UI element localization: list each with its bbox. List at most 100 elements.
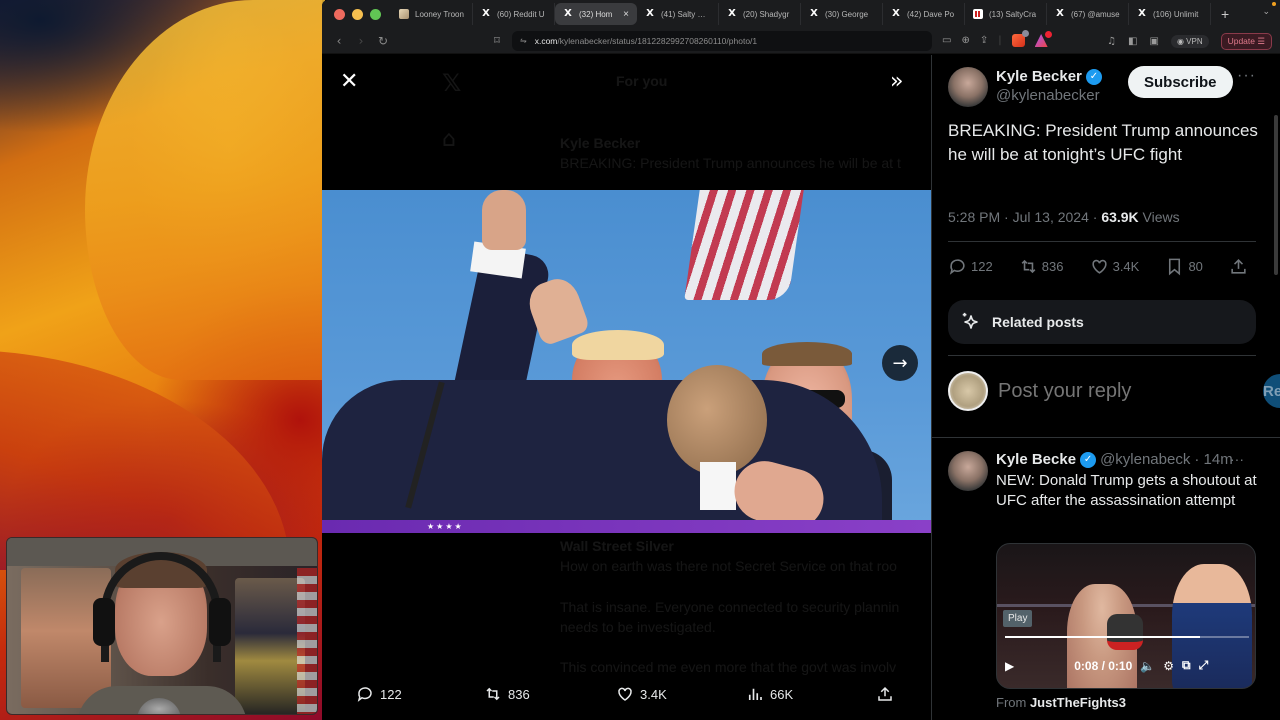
video-progress-bar[interactable] — [1005, 636, 1249, 638]
picture-in-picture-icon[interactable]: ⧉ — [1182, 658, 1191, 673]
viewer-like-button[interactable]: 3.4K — [616, 685, 667, 703]
viewer-repost-button[interactable]: 836 — [484, 685, 530, 703]
views-icon — [748, 688, 762, 700]
ghost-tab-for-you: For you — [616, 73, 668, 89]
repost-count: 836 — [1041, 259, 1064, 274]
forward-button[interactable]: › — [350, 34, 372, 48]
address-bar[interactable]: ⇋ x.com /kylenabecker/status/18122829927… — [512, 30, 932, 51]
reply-composer: Reply — [948, 370, 1280, 412]
reply-author-name-text: Kyle Becke — [996, 451, 1077, 468]
volume-icon[interactable]: 🔈 — [1140, 659, 1155, 673]
related-posts-label: Related posts — [992, 314, 1084, 330]
reply-icon — [357, 687, 372, 702]
new-tab-button[interactable]: + — [1211, 6, 1239, 22]
media-icon[interactable]: ♫ — [1107, 36, 1116, 47]
browser-tab[interactable]: X (42) Dave Po — [883, 3, 965, 25]
tweet-meta: 5:28 PM · Jul 13, 2024 · 63.9K Views — [948, 209, 1180, 225]
bookmark-icon[interactable]: ⌑ — [488, 34, 506, 47]
x-logo-icon: X — [1138, 8, 1146, 19]
cast-icon[interactable]: ▭ — [942, 35, 951, 46]
reload-button[interactable]: ↻ — [372, 34, 394, 48]
video-player[interactable]: Play ▶ 0:08 / 0:10 🔈 ⚙ ⧉ ⤢ — [996, 543, 1256, 689]
current-user-avatar[interactable] — [948, 371, 988, 411]
author-name-text: Kyle Becker — [996, 68, 1082, 85]
vpn-button[interactable]: ◉ VPN — [1170, 35, 1209, 48]
browser-tab[interactable]: X (60) Reddit U — [473, 3, 555, 25]
viewer-reply-button[interactable]: 122 — [356, 685, 402, 703]
back-button[interactable]: ‹ — [328, 34, 350, 48]
reply-author-handle[interactable]: @kylenabeck — [1100, 451, 1190, 468]
tab-title: (41) Salty Cra — [661, 9, 710, 19]
browser-tab[interactable]: X (67) @amuse — [1047, 3, 1129, 25]
reply-input[interactable] — [998, 379, 1263, 403]
site-settings-icon[interactable]: ⇋ — [520, 36, 527, 45]
browser-tab[interactable]: (13) SaltyCra — [965, 3, 1047, 25]
reply-submit-button[interactable]: Reply — [1263, 374, 1280, 408]
browser-tab[interactable]: X (41) Salty Cra — [637, 3, 719, 25]
reply-author-avatar[interactable] — [948, 451, 988, 491]
tweet-photo[interactable]: ★★★★ — [322, 190, 931, 533]
browser-tab[interactable]: X (106) Unlimit — [1129, 3, 1211, 25]
update-button[interactable]: Update ☰ — [1220, 33, 1272, 50]
close-window-button[interactable] — [334, 8, 345, 20]
viewer-share-button[interactable] — [876, 685, 894, 703]
verified-badge-icon: ✓ — [1080, 451, 1097, 468]
image-icon — [399, 9, 409, 19]
heart-icon — [1091, 259, 1107, 274]
close-tab-icon[interactable]: × — [623, 9, 629, 20]
zoom-window-button[interactable] — [370, 8, 381, 20]
sidebar-icon[interactable]: ◧ — [1128, 36, 1137, 47]
play-icon[interactable]: ▶ — [1005, 659, 1014, 673]
next-photo-button[interactable]: → — [882, 345, 918, 381]
more-options-icon[interactable]: ··· — [1237, 67, 1256, 85]
brave-shields-icon[interactable] — [1011, 30, 1029, 47]
like-button[interactable]: 3.4K — [1090, 257, 1139, 276]
browser-tab[interactable]: X (32) Hom × — [555, 3, 637, 25]
browser-tab[interactable]: Looney Troon — [391, 3, 473, 25]
reply-more-options-icon[interactable]: ··· — [1230, 451, 1244, 467]
reply-author-name[interactable]: Kyle Becke ✓ — [996, 451, 1097, 468]
tweet-detail-panel: Kyle Becker ✓ @kylenabecker Subscribe ··… — [931, 55, 1280, 720]
wallet-icon[interactable]: ▣ — [1149, 36, 1158, 47]
scrollbar[interactable] — [1274, 115, 1278, 275]
window-controls — [322, 8, 391, 20]
share-button[interactable] — [1229, 257, 1248, 276]
settings-icon[interactable]: ⚙ — [1163, 659, 1174, 673]
subscribe-button[interactable]: Subscribe — [1128, 66, 1233, 98]
photo-agent-hair — [762, 342, 852, 366]
tweet-timestamp[interactable]: 5:28 PM · Jul 13, 2024 · — [948, 209, 1101, 225]
tab-bar: Looney Troon X (60) Reddit U X (32) Hom × X (41… — [322, 0, 1280, 28]
reply-button[interactable]: 122 — [948, 257, 993, 276]
expand-panel-button[interactable]: » — [890, 71, 903, 93]
x-logo-icon: X — [1056, 8, 1064, 19]
grid-icon — [973, 9, 983, 19]
ghost-post-text: This convinced me even more that the gov… — [560, 659, 897, 675]
browser-tab[interactable]: X (20) Shadygr — [719, 3, 801, 25]
viewer-views-button[interactable]: 66K — [746, 685, 793, 703]
minimize-window-button[interactable] — [352, 8, 363, 20]
photo-podium — [322, 520, 931, 533]
browser-tab[interactable]: X (30) George — [801, 3, 883, 25]
from-label: From — [996, 695, 1030, 710]
headphones — [101, 552, 221, 662]
brave-rewards-icon[interactable] — [1034, 31, 1052, 47]
share-icon[interactable]: ⇪ — [980, 35, 988, 46]
repost-button[interactable]: 836 — [1019, 257, 1064, 276]
fullscreen-icon[interactable]: ⤢ — [1199, 658, 1209, 673]
reply-icon — [949, 259, 965, 275]
webcam-poster-right — [235, 578, 305, 714]
divider — [932, 437, 1280, 438]
author-handle[interactable]: @kylenabecker — [996, 87, 1102, 104]
author-avatar[interactable] — [948, 67, 988, 107]
author-name[interactable]: Kyle Becker ✓ — [996, 68, 1102, 85]
share-icon — [878, 686, 892, 701]
zoom-icon[interactable]: ⊕ — [961, 35, 969, 46]
bookmark-button[interactable]: 80 — [1165, 257, 1203, 276]
tab-list-chevron-icon[interactable]: ⌄ — [1262, 2, 1276, 17]
photo-shirt-cuff — [700, 462, 736, 510]
from-source[interactable]: JustTheFights3 — [1030, 695, 1126, 710]
close-viewer-button[interactable]: ✕ — [340, 71, 358, 93]
reply-post-age[interactable]: · 14m — [1194, 451, 1232, 468]
related-posts-button[interactable]: Related posts — [948, 300, 1256, 344]
tweet-text: BREAKING: President Trump announces he w… — [948, 121, 1258, 164]
